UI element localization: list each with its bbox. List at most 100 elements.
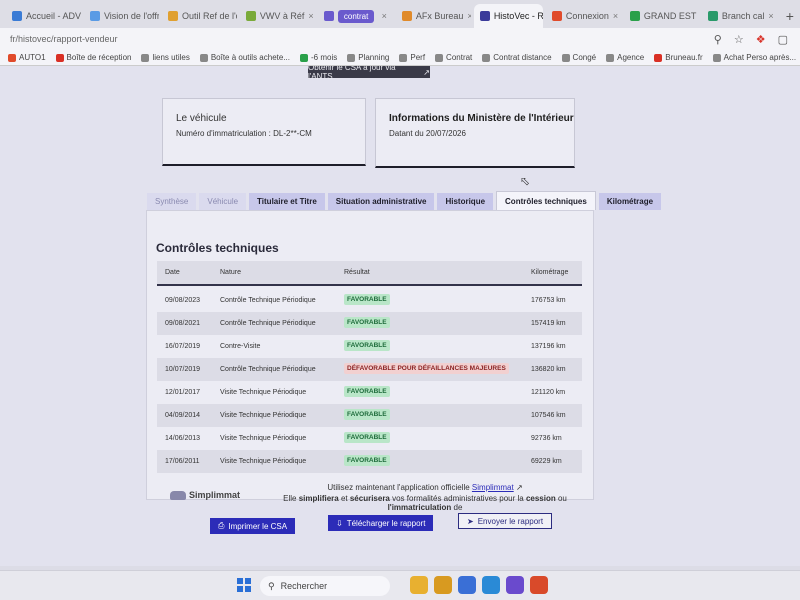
bookmark-item[interactable]: Achat Perso après... bbox=[712, 53, 796, 62]
row-km: 137196 km bbox=[531, 343, 566, 350]
browser-tab[interactable]: Vision de l'offre× bbox=[84, 4, 159, 28]
tab-favicon-icon bbox=[12, 11, 22, 21]
file-explorer-icon[interactable] bbox=[410, 576, 428, 594]
ants-csa-button-label: Obtenir le CSA à jour via l'ANTS bbox=[308, 66, 396, 81]
bookmark-label: -6 mois bbox=[311, 53, 338, 62]
promo-line2-c: et bbox=[338, 494, 350, 503]
status-badge: DÉFAVORABLE POUR DÉFAILLANCES MAJEURES bbox=[344, 363, 509, 374]
bookmark-item[interactable]: Agence bbox=[606, 53, 644, 62]
ants-csa-button[interactable]: Obtenir le CSA à jour via l'ANTS ↗ bbox=[308, 66, 430, 81]
status-badge: FAVORABLE bbox=[344, 386, 390, 397]
download-report-label: Télécharger le rapport bbox=[346, 518, 426, 528]
browser-tab[interactable]: contrat × bbox=[318, 4, 393, 28]
bookmark-item[interactable]: Congé bbox=[561, 53, 596, 62]
table-row: 14/06/2013 Visite Technique Périodique FAV… bbox=[157, 427, 582, 450]
browser-tab[interactable]: VWV à Réf × bbox=[240, 4, 315, 28]
bookmark-item[interactable]: Bruneau.fr bbox=[654, 53, 703, 62]
tab-favicon-icon bbox=[167, 11, 178, 21]
row-nature: Visite Technique Périodique bbox=[220, 412, 307, 419]
bookmark-item[interactable]: -6 mois bbox=[300, 53, 337, 62]
browser-tab-label: Branch cal bbox=[721, 11, 765, 21]
bookmark-icon bbox=[55, 53, 64, 62]
bookmark-label: Planning bbox=[358, 53, 390, 62]
simplimmat-link[interactable]: Simplimmat bbox=[472, 483, 514, 492]
bookmark-icon bbox=[712, 53, 721, 62]
row-km: 121120 km bbox=[531, 389, 566, 396]
bookmark-item[interactable]: Boîte de réception bbox=[55, 53, 131, 62]
ministry-card-title: Informations du Ministère de l'Intérieur bbox=[389, 113, 574, 124]
bookmark-item[interactable]: Boîte à outils achete... bbox=[199, 53, 290, 62]
promo-line2-g: ou bbox=[555, 494, 567, 503]
promo-securisera: sécurisera bbox=[349, 494, 390, 503]
status-badge: FAVORABLE bbox=[344, 317, 390, 328]
print-csa-button[interactable]: ⎙ Imprimer le CSA bbox=[210, 518, 296, 534]
row-km: 136820 km bbox=[531, 366, 566, 373]
table-header: Date Nature Résultat Kilométrage bbox=[157, 261, 582, 286]
download-report-button[interactable]: ⇩ Télécharger le rapport bbox=[328, 515, 434, 531]
close-icon[interactable]: × bbox=[768, 11, 773, 21]
browser-tab[interactable]: AFx Bureau × bbox=[396, 4, 471, 28]
bookmark-item[interactable]: liens utiles bbox=[141, 53, 190, 62]
browser-tab[interactable]: Outil Ref de l'offre× bbox=[162, 4, 237, 28]
browser-alt-icon[interactable] bbox=[506, 576, 524, 594]
row-date: 14/06/2013 bbox=[165, 435, 201, 442]
browser-tab-label: contrat bbox=[337, 9, 375, 23]
bookmark-star-icon[interactable]: ☆ bbox=[734, 33, 744, 46]
extension-icon[interactable]: ❖ bbox=[756, 33, 766, 46]
bookmark-item[interactable]: Perf bbox=[399, 53, 425, 62]
bookmark-item[interactable]: Planning bbox=[347, 53, 389, 62]
simplimmat-logo: Simplimmat bbox=[170, 488, 240, 502]
close-icon[interactable]: × bbox=[382, 11, 387, 21]
col-nature: Nature bbox=[220, 269, 242, 276]
report-tab[interactable]: Titulaire et Titre bbox=[249, 193, 325, 210]
promo-cession: cession bbox=[525, 494, 556, 503]
url-field[interactable]: fr/histovec/rapport-vendeur bbox=[6, 31, 714, 47]
report-tab[interactable]: Historique bbox=[437, 193, 494, 210]
windows-start-icon[interactable] bbox=[237, 578, 251, 592]
mouse-cursor-icon: ⬁ bbox=[520, 174, 531, 188]
browser-tab-label: HistoVec - R bbox=[493, 11, 543, 21]
simplimmat-logo-text: Simplimmat bbox=[188, 490, 240, 500]
report-tab[interactable]: Kilométrage bbox=[598, 193, 662, 210]
printer-icon: ⎙ bbox=[218, 521, 225, 530]
browser-tab[interactable]: GRAND EST× bbox=[624, 4, 699, 28]
folder-icon[interactable] bbox=[434, 576, 452, 594]
send-report-button[interactable]: ➤ Envoyer le rapport bbox=[458, 513, 553, 529]
store-icon[interactable] bbox=[458, 576, 476, 594]
status-badge: FAVORABLE bbox=[344, 432, 390, 443]
report-tab[interactable]: Situation administrative bbox=[327, 193, 435, 210]
side-panel-icon[interactable]: ▢ bbox=[778, 33, 788, 46]
col-km: Kilométrage bbox=[531, 269, 569, 276]
promo-line2-a: Elle bbox=[283, 494, 299, 503]
taskbar-search[interactable]: ⚲ Rechercher bbox=[260, 576, 390, 596]
tab-favicon-icon bbox=[479, 11, 490, 21]
browser-tab[interactable]: Branch cal × bbox=[702, 4, 777, 28]
car-icon bbox=[170, 490, 186, 500]
browser-tab[interactable]: HistoVec - R× bbox=[473, 4, 543, 28]
technical-checks-panel: Contrôles techniques Date Nature Résulta… bbox=[146, 210, 594, 500]
row-km: 69229 km bbox=[531, 458, 562, 465]
edge-icon[interactable] bbox=[482, 576, 500, 594]
tab-favicon-icon bbox=[401, 11, 412, 21]
bookmark-item[interactable]: AUTO1 bbox=[8, 53, 46, 62]
row-km: 176753 km bbox=[531, 297, 566, 304]
report-tab[interactable]: Véhicule bbox=[199, 193, 247, 210]
bookmark-label: Bruneau.fr bbox=[665, 53, 703, 62]
browser-tab[interactable]: Connexion × bbox=[546, 4, 621, 28]
close-icon[interactable]: × bbox=[613, 11, 618, 21]
bookmark-item[interactable]: Contrat distance bbox=[482, 53, 552, 62]
close-icon[interactable]: × bbox=[308, 11, 313, 21]
bookmark-item[interactable]: Contrat bbox=[435, 53, 472, 62]
search-icon[interactable]: ⚲ bbox=[714, 33, 722, 46]
bookmark-icon bbox=[654, 53, 663, 62]
new-tab-icon[interactable]: + bbox=[780, 4, 800, 28]
browser-tab[interactable]: Accueil - ADV× bbox=[6, 4, 81, 28]
report-tab[interactable]: Contrôles techniques bbox=[496, 191, 596, 210]
bookmarks-bar: AUTO1 Boîte de réception liens utiles Boîte… bbox=[0, 50, 800, 66]
chrome-icon[interactable] bbox=[530, 576, 548, 594]
report-tab[interactable]: Synthèse bbox=[147, 193, 197, 210]
close-icon[interactable]: × bbox=[467, 11, 470, 21]
bookmark-icon bbox=[300, 53, 308, 62]
row-nature: Visite Technique Périodique bbox=[220, 435, 307, 442]
status-badge: FAVORABLE bbox=[344, 409, 390, 420]
